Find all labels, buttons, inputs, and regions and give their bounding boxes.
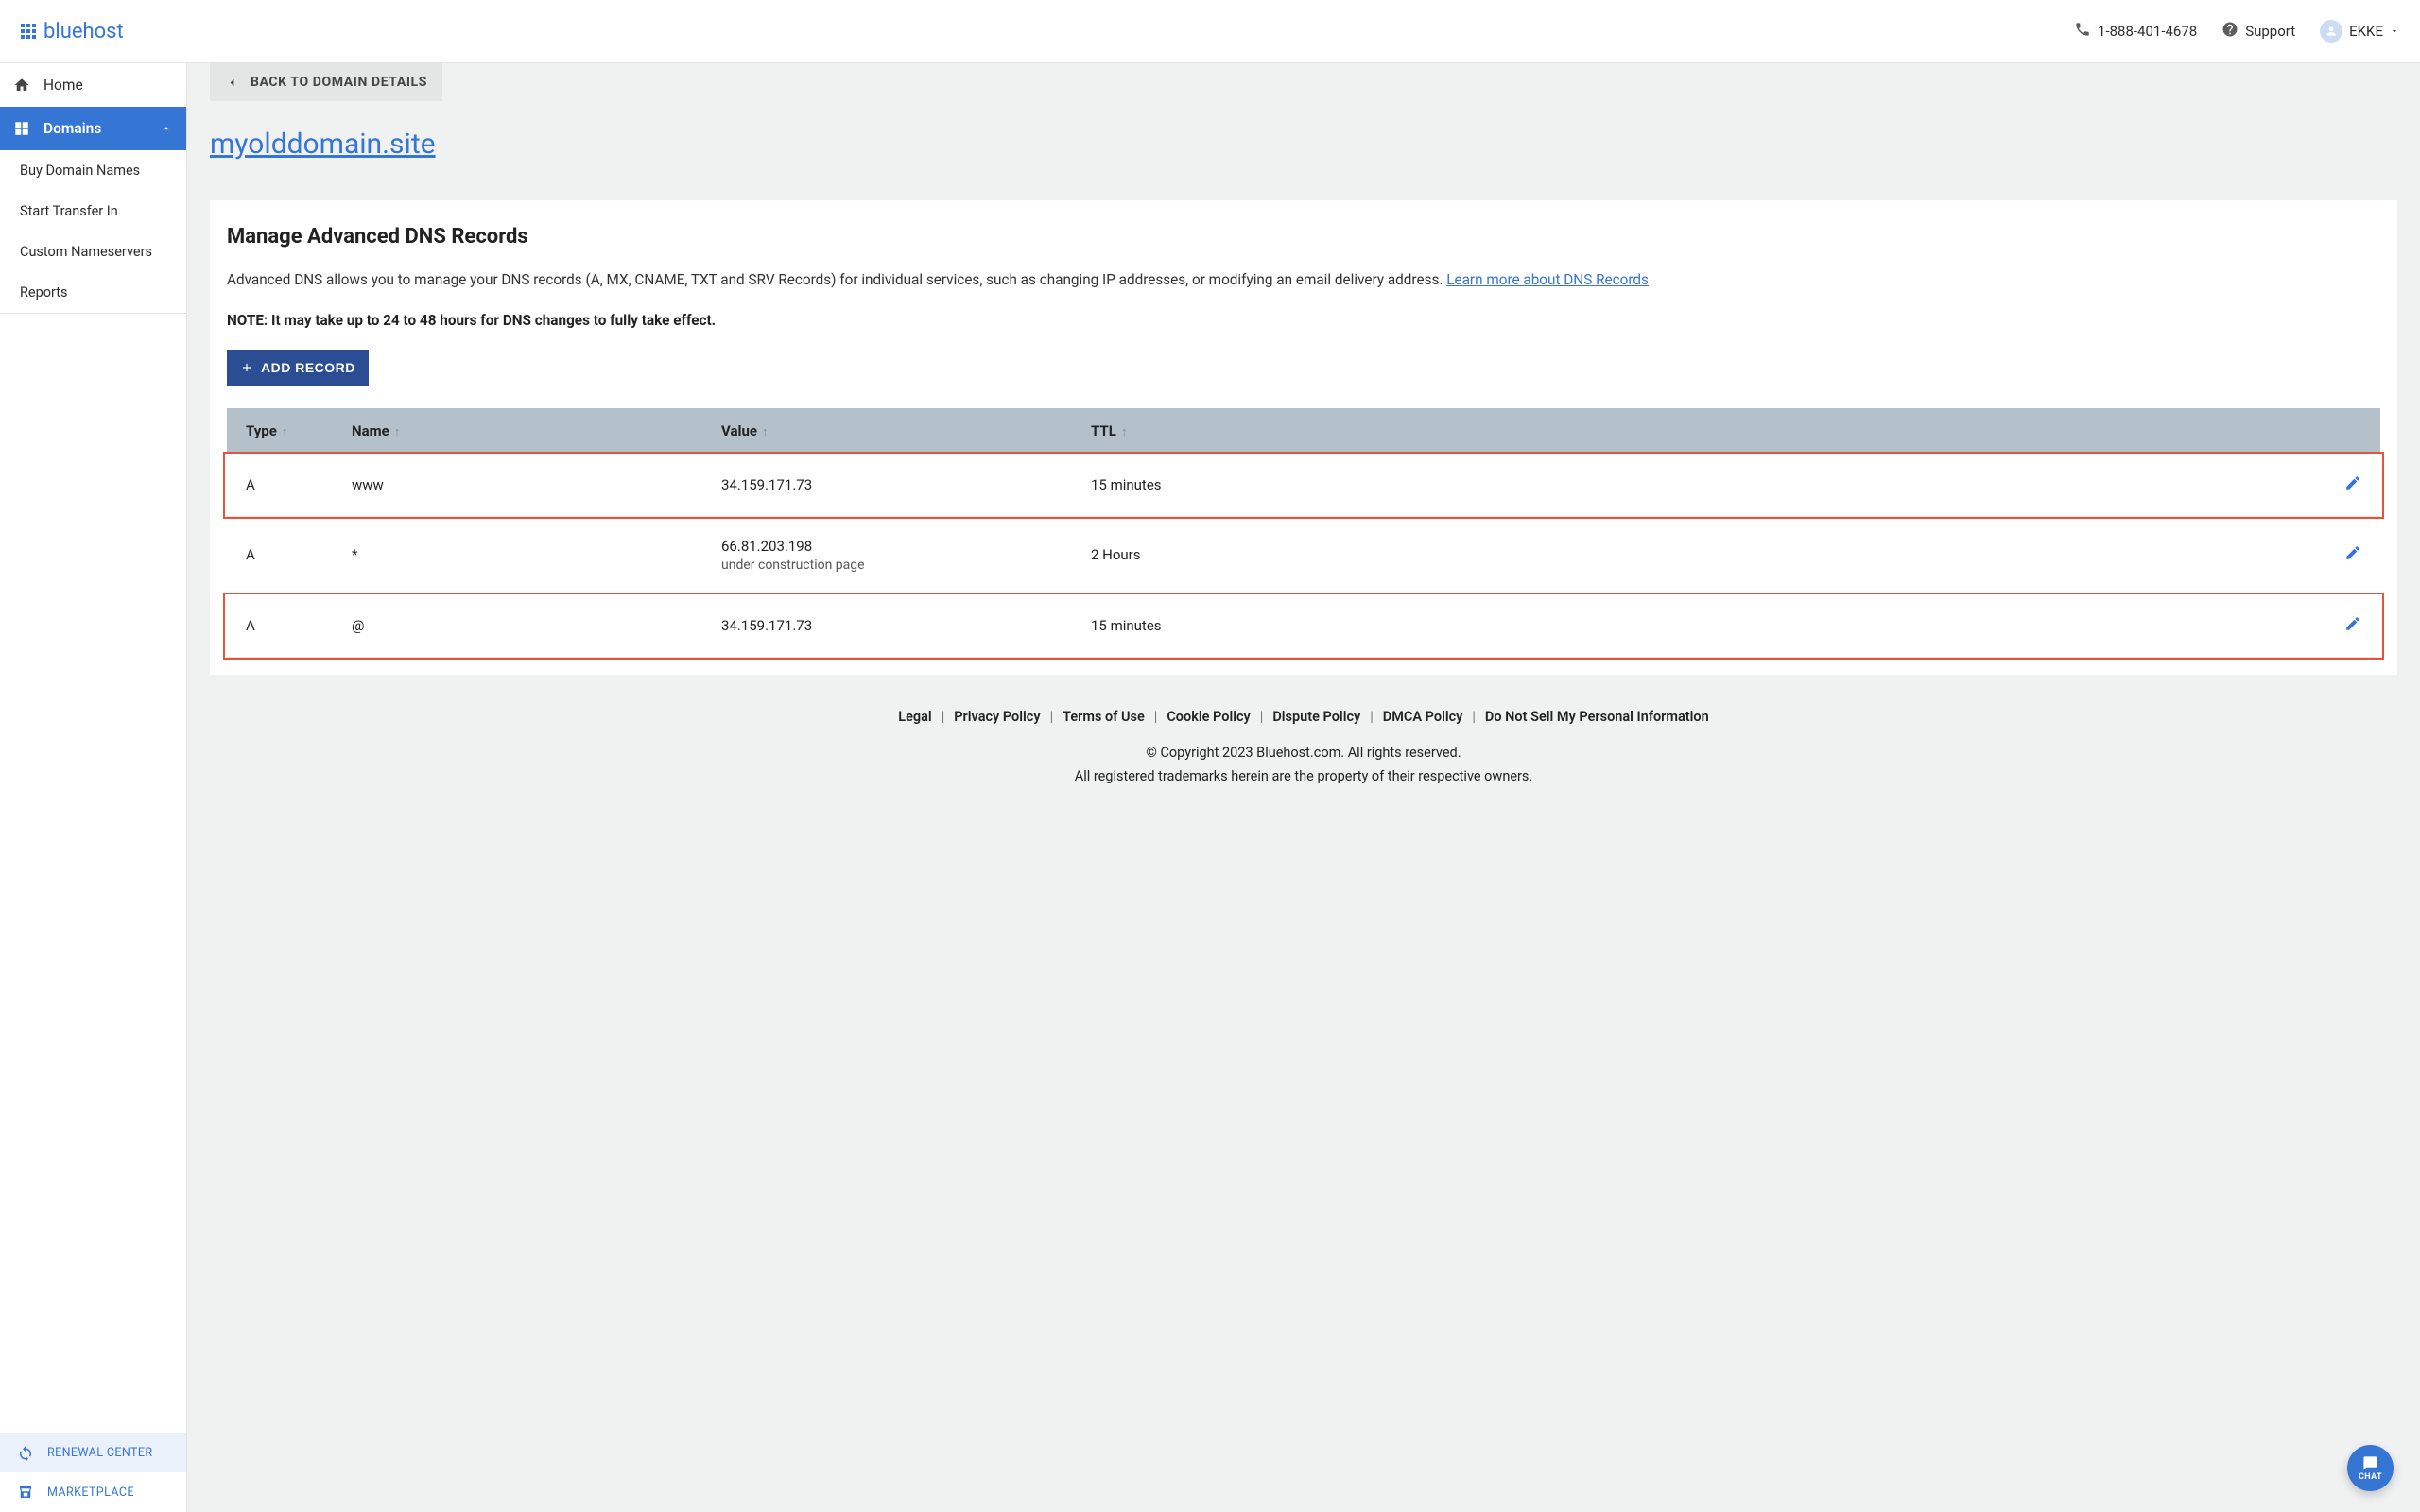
divider xyxy=(0,313,186,314)
cell-name: @ xyxy=(352,617,721,634)
add-record-button[interactable]: ADD RECORD xyxy=(227,350,369,386)
sidebar: Home Domains Buy Domain Names Start Tran… xyxy=(0,63,187,1512)
dns-panel: Manage Advanced DNS Records Advanced DNS… xyxy=(210,200,2397,675)
separator: | xyxy=(1260,709,1264,725)
chat-label: CHAT xyxy=(2359,1472,2382,1482)
footer: Legal | Privacy Policy | Terms of Use | Cookie… xyxy=(210,675,2397,788)
panel-description: Advanced DNS allows you to manage your D… xyxy=(227,269,2380,291)
separator: | xyxy=(1050,709,1054,725)
desc-text: Advanced DNS allows you to manage your D… xyxy=(227,271,1446,288)
col-ttl[interactable]: TTL↑ xyxy=(1091,422,1228,439)
domain-title[interactable]: myolddomain.site xyxy=(210,128,2397,161)
back-label: BACK TO DOMAIN DETAILS xyxy=(251,75,427,90)
footer-link[interactable]: Privacy Policy xyxy=(954,709,1040,725)
col-type[interactable]: Type↑ xyxy=(246,422,352,439)
footer-link[interactable]: DMCA Policy xyxy=(1383,709,1463,725)
header: bluehost 1-888-401-4678 Support EKKE xyxy=(0,0,2420,63)
chat-icon xyxy=(2362,1455,2378,1471)
add-record-label: ADD RECORD xyxy=(261,360,355,375)
edit-button[interactable] xyxy=(2344,474,2361,491)
back-button[interactable]: BACK TO DOMAIN DETAILS xyxy=(210,63,442,101)
dns-table: Type↑ Name↑ Value↑ TTL↑ A www 34.159.171… xyxy=(227,408,2380,658)
cell-type: A xyxy=(246,476,352,493)
user-menu[interactable]: EKKE xyxy=(2320,20,2399,43)
header-right: 1-888-401-4678 Support EKKE xyxy=(2074,20,2399,43)
help-icon xyxy=(2221,21,2238,42)
learn-more-link[interactable]: Learn more about DNS Records xyxy=(1446,271,1649,288)
footer-link[interactable]: Do Not Sell My Personal Information xyxy=(1485,709,1709,725)
phone-number: 1-888-401-4678 xyxy=(2098,23,2197,40)
footer-link[interactable]: Legal xyxy=(898,709,931,725)
sidebar-marketplace[interactable]: MARKETPLACE xyxy=(0,1472,186,1512)
sidebar-sub-transfer[interactable]: Start Transfer In xyxy=(0,191,186,232)
cell-ttl: 15 minutes xyxy=(1091,617,1228,634)
renewal-label: RENEWAL CENTER xyxy=(47,1446,153,1460)
chevron-left-icon xyxy=(225,76,239,90)
chat-button[interactable]: CHAT xyxy=(2347,1445,2394,1491)
phone-icon xyxy=(2074,21,2091,42)
sidebar-sub-buy[interactable]: Buy Domain Names xyxy=(0,150,186,191)
sidebar-renewal[interactable]: RENEWAL CENTER xyxy=(0,1433,186,1472)
cell-type: A xyxy=(246,617,352,634)
support-link[interactable]: Support xyxy=(2221,21,2295,42)
home-label: Home xyxy=(43,77,83,94)
panel-note: NOTE: It may take up to 24 to 48 hours f… xyxy=(227,312,2380,329)
table-row: A www 34.159.171.73 15 minutes xyxy=(227,454,2380,517)
separator: | xyxy=(1154,709,1158,725)
separator: | xyxy=(942,709,945,725)
sort-icon: ↑ xyxy=(394,425,401,439)
sidebar-item-domains[interactable]: Domains xyxy=(0,107,186,150)
panel-title: Manage Advanced DNS Records xyxy=(227,225,2380,249)
cell-ttl: 2 Hours xyxy=(1091,546,1228,563)
cell-value: 34.159.171.73 xyxy=(721,617,1091,634)
marketplace-label: MARKETPLACE xyxy=(47,1486,134,1500)
table-body: A www 34.159.171.73 15 minutes A * 66.81… xyxy=(227,454,2380,658)
domains-label: Domains xyxy=(43,120,101,137)
support-label: Support xyxy=(2245,23,2295,40)
sort-icon: ↑ xyxy=(282,425,288,439)
cell-value: 34.159.171.73 xyxy=(721,476,1091,493)
sort-icon: ↑ xyxy=(762,425,769,439)
sidebar-item-home[interactable]: Home xyxy=(0,63,186,107)
cell-value: 66.81.203.198under construction page xyxy=(721,538,1091,573)
sidebar-sub-reports[interactable]: Reports xyxy=(0,272,186,313)
cell-type: A xyxy=(246,546,352,563)
cell-subtext: under construction page xyxy=(721,558,1091,573)
edit-button[interactable] xyxy=(2344,615,2361,632)
footer-link[interactable]: Terms of Use xyxy=(1063,709,1145,725)
phone-link[interactable]: 1-888-401-4678 xyxy=(2074,21,2197,42)
caret-down-icon xyxy=(2390,23,2399,40)
plus-icon xyxy=(240,361,253,374)
edit-button[interactable] xyxy=(2344,544,2361,561)
footer-link[interactable]: Dispute Policy xyxy=(1272,709,1360,725)
col-name[interactable]: Name↑ xyxy=(352,422,721,439)
col-value[interactable]: Value↑ xyxy=(721,422,1091,439)
table-header: Type↑ Name↑ Value↑ TTL↑ xyxy=(227,408,2380,454)
brand-logo[interactable]: bluehost xyxy=(21,20,124,43)
copyright-1: © Copyright 2023 Bluehost.com. All right… xyxy=(210,742,2397,765)
sidebar-sub-nameservers[interactable]: Custom Nameservers xyxy=(0,232,186,272)
chevron-up-icon xyxy=(160,122,173,135)
table-row: A * 66.81.203.198under construction page… xyxy=(227,517,2380,594)
cell-ttl: 15 minutes xyxy=(1091,476,1228,493)
grid-icon xyxy=(21,24,36,39)
brand-name: bluehost xyxy=(43,20,124,43)
table-row: A @ 34.159.171.73 15 minutes xyxy=(227,594,2380,658)
main-content: BACK TO DOMAIN DETAILS myolddomain.site … xyxy=(187,63,2420,1512)
sort-icon: ↑ xyxy=(1121,425,1128,439)
separator: | xyxy=(1472,709,1476,725)
avatar-icon xyxy=(2320,20,2342,43)
footer-link[interactable]: Cookie Policy xyxy=(1167,709,1250,725)
footer-links: Legal | Privacy Policy | Terms of Use | Cookie… xyxy=(210,709,2397,725)
cell-name: * xyxy=(352,546,721,563)
cell-name: www xyxy=(352,476,721,493)
copyright-2: All registered trademarks herein are the… xyxy=(210,765,2397,789)
separator: | xyxy=(1370,709,1374,725)
user-name: EKKE xyxy=(2349,23,2383,40)
